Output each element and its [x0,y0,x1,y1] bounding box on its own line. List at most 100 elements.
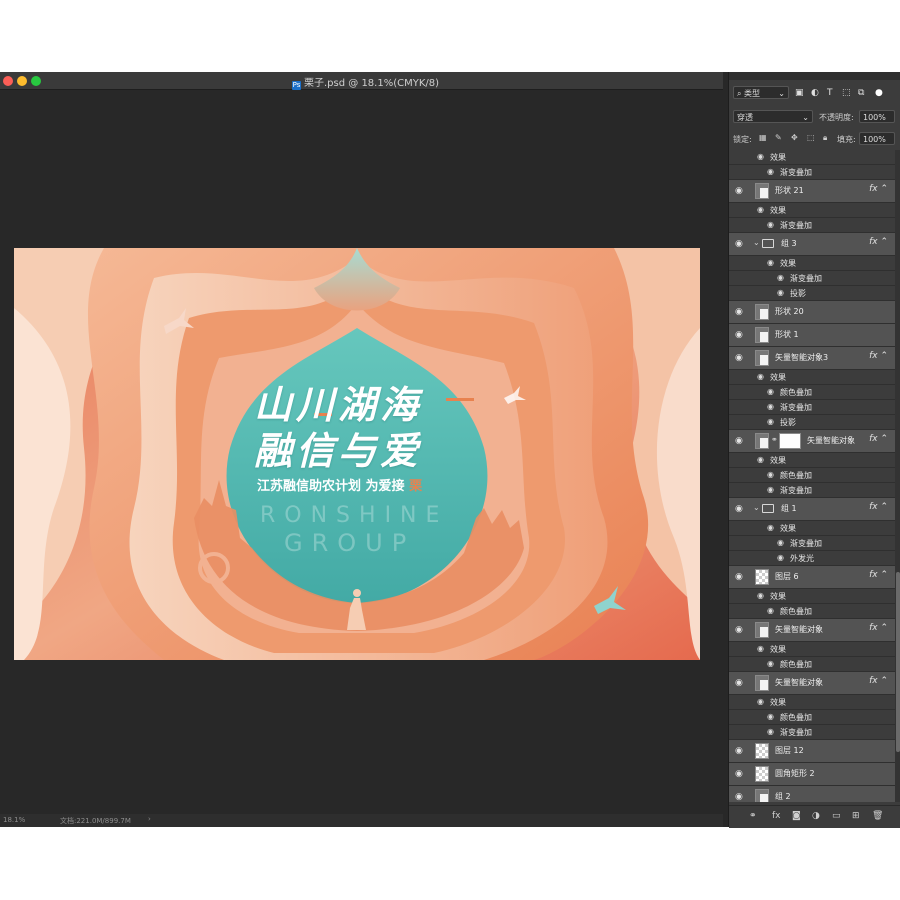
layer-effect-row[interactable]: ◉ 渐变叠加 [729,271,895,286]
layer-row[interactable]: ◉ 矢量智能对象 fx ⌃ [729,672,895,695]
layer-effect-row[interactable]: ◉ 渐变叠加 [729,483,895,498]
layer-effects-icon[interactable]: fx ⌃ [869,237,888,247]
eye-icon[interactable]: ◉ [777,553,784,562]
lock-all-icon[interactable]: 🔒︎ [823,133,827,143]
lock-transparency-icon[interactable]: ▦ [759,133,767,142]
eye-icon[interactable]: ◉ [735,186,743,196]
eye-icon[interactable]: ◉ [735,678,743,688]
eye-icon[interactable]: ◉ [767,485,774,494]
layer-effect-row[interactable]: ◉ 颜色叠加 [729,710,895,725]
layer-effect-row[interactable]: ◉ 效果 [729,695,895,710]
new-group-icon[interactable]: ▭ [832,811,841,821]
layer-effect-row[interactable]: ◉ 效果 [729,642,895,657]
trash-icon[interactable]: 🗑︎ [872,811,883,821]
lock-artboard-icon[interactable]: ⬚ [807,133,815,142]
layer-effects-icon[interactable]: fx ⌃ [869,184,888,194]
layer-row[interactable]: ◉ 形状 21 fx ⌃ [729,180,895,203]
layer-effect-row[interactable]: ◉ 渐变叠加 [729,536,895,551]
eye-icon[interactable]: ◉ [735,330,743,340]
layer-effects-icon[interactable]: fx ⌃ [869,434,888,444]
opacity-field[interactable]: 100% [859,110,895,123]
eye-icon[interactable]: ◉ [767,258,774,267]
blend-mode-select[interactable]: 穿透 ⌄ [733,110,813,123]
close-window-button[interactable] [3,76,13,86]
eye-icon[interactable]: ◉ [735,769,743,779]
add-mask-icon[interactable]: ◙ [792,811,801,821]
eye-icon[interactable]: ◉ [767,606,774,615]
filter-toggle-icon[interactable]: ● [875,88,883,98]
layer-effect-row[interactable]: ◉ 效果 [729,203,895,218]
layer-effects-icon[interactable]: fx ⌃ [869,502,888,512]
layer-effect-row[interactable]: ◉ 效果 [729,370,895,385]
zoom-level[interactable]: 18.1% [3,816,25,824]
eye-icon[interactable]: ◉ [735,504,743,514]
chevron-down-icon[interactable]: ⌄ [753,503,760,512]
eye-icon[interactable]: ◉ [757,205,764,214]
eye-icon[interactable]: ◉ [735,572,743,582]
eye-icon[interactable]: ◉ [777,273,784,282]
layers-scrollbar[interactable] [895,150,900,802]
eye-icon[interactable]: ◉ [767,167,774,176]
eye-icon[interactable]: ◉ [757,644,764,653]
layer-row[interactable]: ◉ 图层 12 [729,740,895,763]
layer-row[interactable]: ◉ ⚭ 矢量智能对象 fx ⌃ [729,430,895,453]
layer-effects-icon[interactable]: fx ⌃ [869,351,888,361]
layer-effect-row[interactable]: ◉ 效果 [729,521,895,536]
eye-icon[interactable]: ◉ [767,402,774,411]
layer-effect-row[interactable]: ◉ 投影 [729,415,895,430]
layer-row[interactable]: ◉ 组 2 [729,786,895,802]
eye-icon[interactable]: ◉ [735,307,743,317]
layer-effect-row[interactable]: ◉ 颜色叠加 [729,385,895,400]
layer-effect-row[interactable]: ◉ 渐变叠加 [729,218,895,233]
layer-effects-icon[interactable]: fx ⌃ [869,570,888,580]
layer-row[interactable]: ◉ 图层 6 fx ⌃ [729,566,895,589]
layer-effects-icon[interactable]: fx ⌃ [869,623,888,633]
eye-icon[interactable]: ◉ [735,353,743,363]
layer-mask-thumbnail[interactable] [779,433,801,449]
eye-icon[interactable]: ◉ [735,746,743,756]
chevron-down-icon[interactable]: ⌄ [753,238,760,247]
eye-icon[interactable]: ◉ [777,538,784,547]
eye-icon[interactable]: ◉ [777,288,784,297]
eye-icon[interactable]: ◉ [767,659,774,668]
layer-effect-row[interactable]: ◉ 颜色叠加 [729,604,895,619]
layer-effects-icon[interactable]: fx ⌃ [869,676,888,686]
eye-icon[interactable]: ◉ [767,470,774,479]
layer-row[interactable]: ◉ 矢量智能对象 fx ⌃ [729,619,895,642]
lock-image-icon[interactable]: ✎ [775,133,782,142]
adjustment-layer-icon[interactable]: ◑ [812,811,820,821]
eye-icon[interactable]: ◉ [757,372,764,381]
layer-row[interactable]: ◉ 圆角矩形 2 [729,763,895,786]
minimize-window-button[interactable] [17,76,27,86]
filter-type-select[interactable]: ⌕ 类型 ⌄ [733,86,789,99]
layer-row[interactable]: ◉ 形状 1 [729,324,895,347]
layer-effect-row[interactable]: ◉ 颜色叠加 [729,468,895,483]
layer-row[interactable]: ◉ 形状 20 [729,301,895,324]
layer-effect-row[interactable]: ◉ 效果 [729,256,895,271]
eye-icon[interactable]: ◉ [767,727,774,736]
new-layer-icon[interactable]: ⊞ [852,811,860,821]
layer-effect-row[interactable]: ◉ 渐变叠加 [729,165,895,180]
eye-icon[interactable]: ◉ [757,697,764,706]
scrollbar-thumb[interactable] [896,572,900,752]
layer-group-row[interactable]: ◉ ⌄ 组 1 fx ⌃ [729,498,895,521]
eye-icon[interactable]: ◉ [767,523,774,532]
panel-tabs[interactable] [729,72,900,80]
layer-effect-row[interactable]: ◉ 投影 [729,286,895,301]
layer-effect-row[interactable]: ◉ 渐变叠加 [729,400,895,415]
shape-filter-icon[interactable]: ⬚ [842,88,851,98]
chevron-right-icon[interactable]: › [148,815,151,823]
document-canvas[interactable]: 山川湖海 融信与爱 江苏融信助农计划 为爱接 栗 RONSHINE GROUP [14,248,700,660]
eye-icon[interactable]: ◉ [767,417,774,426]
eye-icon[interactable]: ◉ [735,436,743,446]
link-layers-icon[interactable]: ⚭ [749,811,757,821]
document-tab[interactable]: Ps 栗子.psd @ 18.1%(CMYK/8) [292,74,439,90]
layer-group-row[interactable]: ◉ ⌄ 组 3 fx ⌃ [729,233,895,256]
zoom-window-button[interactable] [31,76,41,86]
eye-icon[interactable]: ◉ [757,455,764,464]
layer-effect-row[interactable]: ◉ 效果 [729,589,895,604]
eye-icon[interactable]: ◉ [767,387,774,396]
eye-icon[interactable]: ◉ [757,152,764,161]
layer-effect-row[interactable]: ◉ 效果 [729,453,895,468]
fill-field[interactable]: 100% [859,132,895,145]
